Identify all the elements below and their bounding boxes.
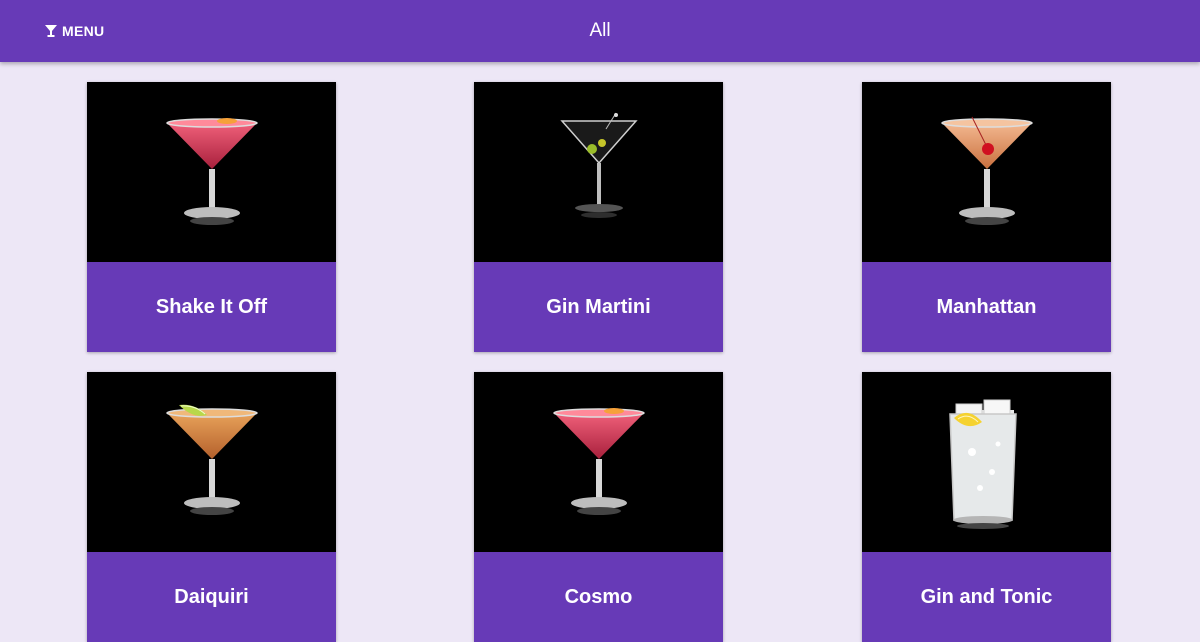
cocktail-name: Manhattan	[862, 262, 1111, 352]
cocktail-name: Daiquiri	[87, 552, 336, 642]
cocktail-image	[862, 82, 1111, 262]
page-title: All	[589, 20, 611, 41]
cocktail-card-gin-martini[interactable]: Gin Martini	[474, 82, 723, 352]
cocktail-card-cosmo[interactable]: Cosmo	[474, 372, 723, 642]
cocktail-image	[87, 372, 336, 552]
cocktail-card-gin-and-tonic[interactable]: Gin and Tonic	[862, 372, 1111, 642]
cocktail-name: Cosmo	[474, 552, 723, 642]
cocktail-image	[474, 372, 723, 552]
cocktail-image	[474, 82, 723, 262]
cocktail-name: Shake It Off	[87, 262, 336, 352]
cocktail-image	[87, 82, 336, 262]
cocktail-card-daiquiri[interactable]: Daiquiri	[87, 372, 336, 642]
app-bar: MENU All	[0, 0, 1200, 62]
cocktail-name: Gin Martini	[474, 262, 723, 352]
cocktail-card-manhattan[interactable]: Manhattan	[862, 82, 1111, 352]
cocktail-name: Gin and Tonic	[862, 552, 1111, 642]
cocktail-card-shake-it-off[interactable]: Shake It Off	[87, 82, 336, 352]
cocktail-image	[862, 372, 1111, 552]
